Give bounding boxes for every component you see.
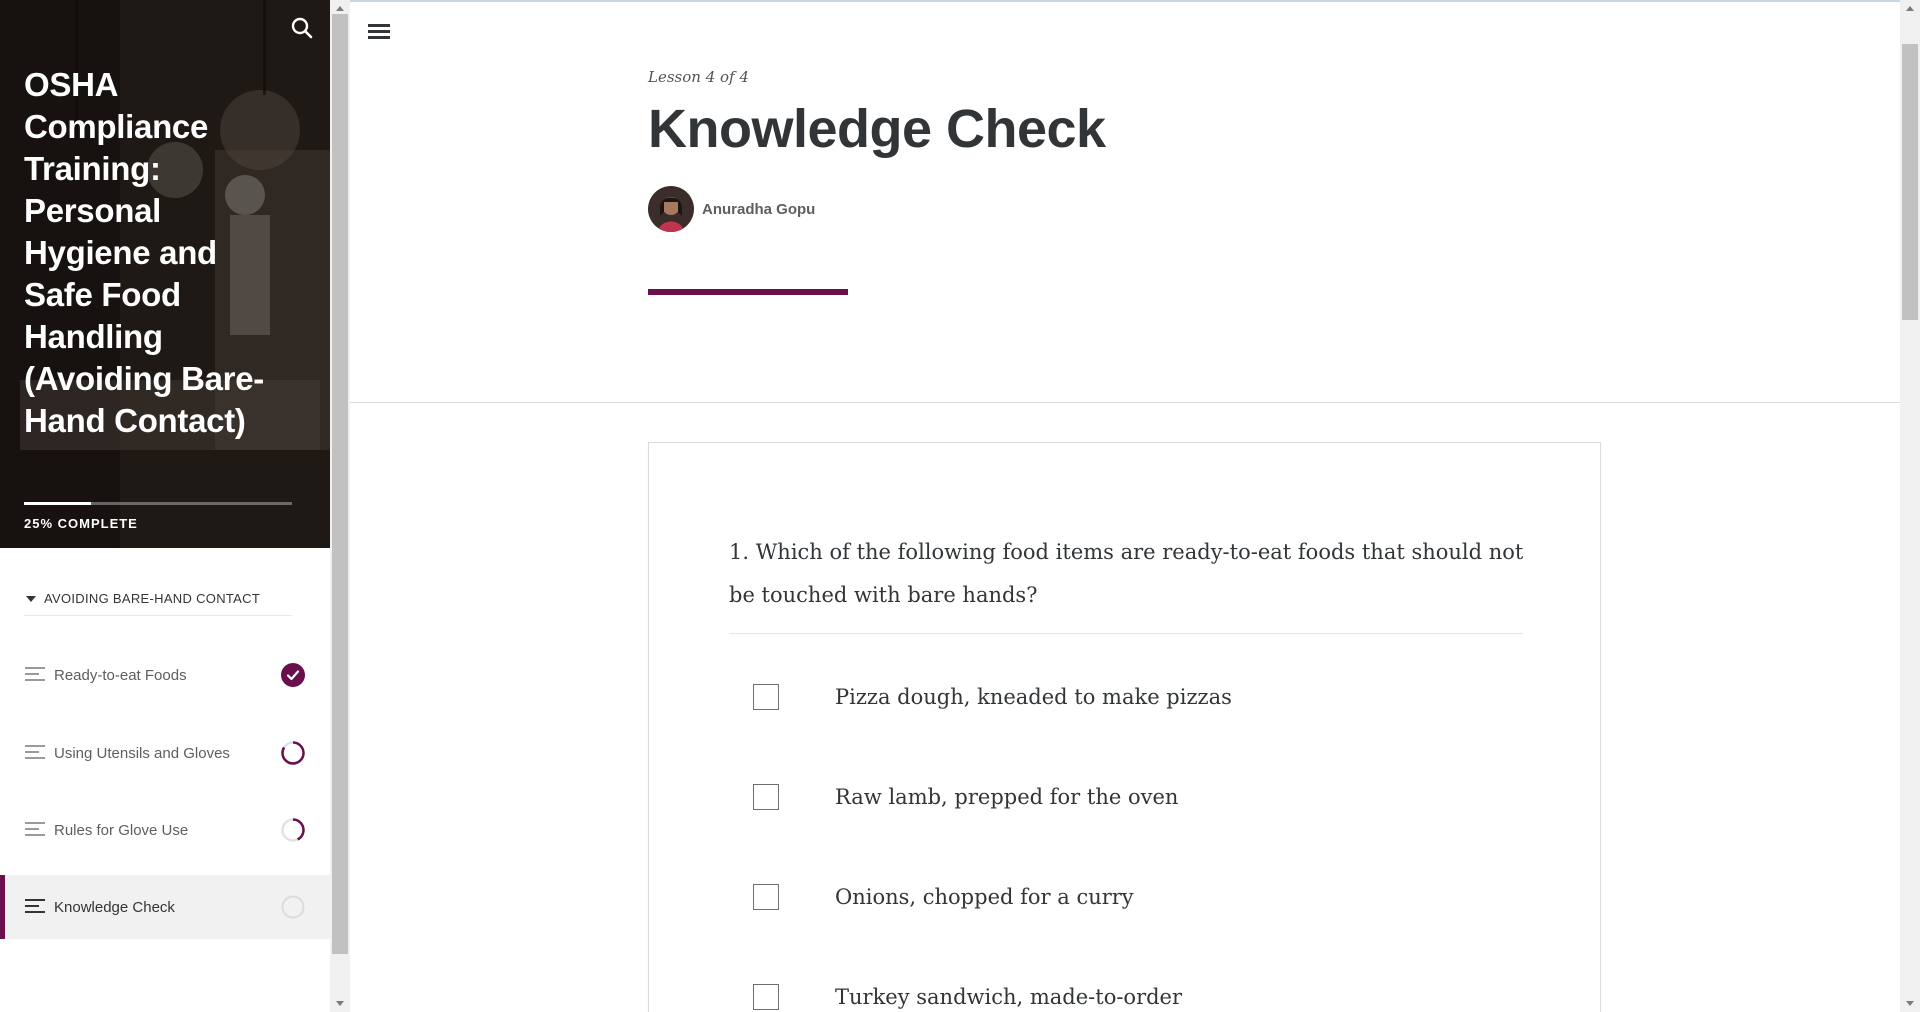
choice-label: Raw lamb, prepped for the oven [835, 785, 1179, 809]
complete-check-icon [281, 663, 305, 687]
choice-label: Turkey sandwich, made-to-order [835, 985, 1183, 1009]
hamburger-menu-icon [368, 24, 390, 27]
question-text: 1. Which of the following food items are… [729, 540, 1524, 607]
lesson-lines-icon [25, 822, 45, 838]
scroll-down-arrow-icon[interactable] [336, 1001, 344, 1006]
author: Anuradha Gopu [648, 186, 815, 232]
lesson-label: Ready-to-eat Foods [54, 666, 187, 684]
checkbox[interactable] [753, 784, 779, 810]
header-divider [350, 402, 1900, 403]
lesson-label: Using Utensils and Gloves [54, 744, 230, 762]
lesson-lines-icon [25, 745, 45, 761]
scroll-up-arrow-icon[interactable] [336, 6, 344, 11]
page-scrollbar[interactable] [1900, 0, 1920, 1012]
checkbox[interactable] [753, 884, 779, 910]
checkbox[interactable] [753, 984, 779, 1010]
sidebar-scroll-thumb[interactable] [332, 14, 348, 954]
sidebar: OSHA Compliance Training: Personal Hygie… [0, 0, 330, 1012]
choice-option[interactable]: Turkey sandwich, made-to-order [753, 977, 1513, 1012]
lesson-item-rules-for-glove-use[interactable]: Rules for Glove Use [0, 798, 330, 862]
question-divider [729, 633, 1523, 634]
lesson-item-ready-to-eat-foods[interactable]: Ready-to-eat Foods [0, 643, 330, 707]
lesson-lines-icon [25, 667, 45, 683]
sidebar-scrollbar[interactable] [330, 0, 350, 1012]
not-started-ring-icon [281, 895, 305, 919]
course-progress-fill [24, 502, 91, 505]
search-button[interactable] [288, 14, 316, 42]
lesson-counter: Lesson 4 of 4 [648, 68, 749, 86]
top-border [350, 0, 1900, 2]
lesson-content: Lesson 4 of 4 Knowledge Check Anuradha G… [350, 0, 1900, 1012]
lesson-item-using-utensils-and-gloves[interactable]: Using Utensils and Gloves [0, 721, 330, 785]
choice-label: Pizza dough, kneaded to make pizzas [835, 685, 1232, 709]
course-progress-bar [24, 502, 292, 505]
choice-option[interactable]: Onions, chopped for a curry [753, 877, 1513, 917]
course-title: OSHA Compliance Training: Personal Hygie… [24, 66, 264, 439]
lesson-title: Knowledge Check [648, 99, 1106, 159]
checkbox[interactable] [753, 684, 779, 710]
author-name: Anuradha Gopu [702, 200, 816, 218]
avatar [648, 186, 694, 232]
partial-ring-icon [281, 818, 305, 842]
question-card: 1. Which of the following food items are… [648, 442, 1601, 1012]
section-toggle[interactable]: AVOIDING BARE-HAND CONTACT [24, 582, 292, 616]
choice-option[interactable]: Pizza dough, kneaded to make pizzas [753, 677, 1513, 717]
course-progress-label: 25% COMPLETE [24, 516, 138, 531]
hamburger-menu-button[interactable] [368, 24, 390, 42]
choice-option[interactable]: Raw lamb, prepped for the oven [753, 777, 1513, 817]
lesson-label: Rules for Glove Use [54, 821, 189, 839]
lesson-item-knowledge-check[interactable]: Knowledge Check [0, 875, 330, 939]
search-icon [291, 17, 313, 39]
course-header: OSHA Compliance Training: Personal Hygie… [0, 0, 330, 548]
lesson-lines-icon [25, 899, 45, 915]
caret-down-icon [26, 595, 36, 602]
page-scroll-thumb[interactable] [1902, 44, 1918, 320]
section-label: AVOIDING BARE-HAND CONTACT [44, 591, 261, 606]
scroll-down-arrow-icon[interactable] [1906, 1001, 1914, 1006]
scroll-up-arrow-icon[interactable] [1906, 6, 1914, 11]
lesson-label: Knowledge Check [54, 898, 175, 916]
choice-label: Onions, chopped for a curry [835, 885, 1134, 909]
title-accent-bar [648, 289, 848, 295]
in-progress-ring-icon [281, 741, 305, 765]
